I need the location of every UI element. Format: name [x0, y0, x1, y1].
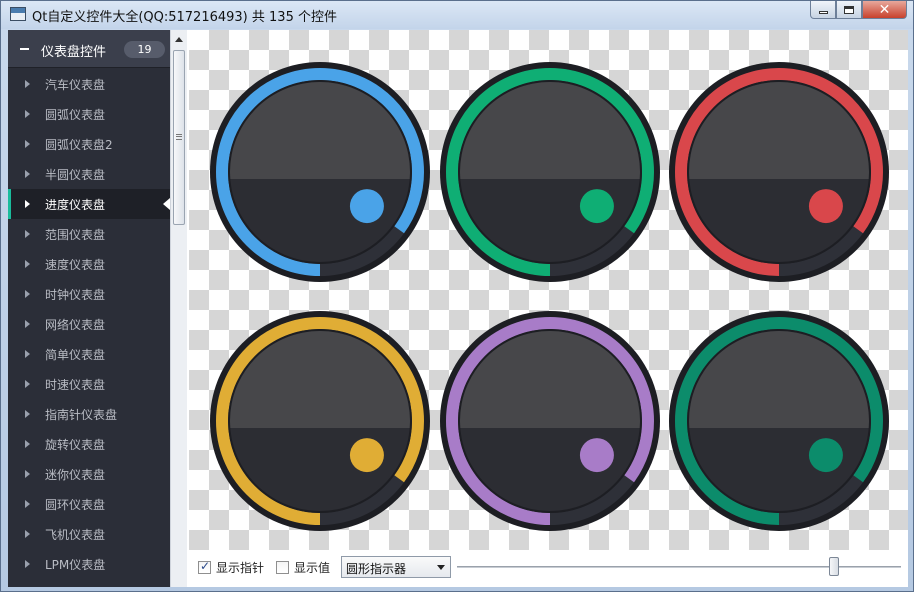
- sidebar-item[interactable]: 圆弧仪表盘: [8, 99, 170, 129]
- sidebar-item[interactable]: 旋转仪表盘: [8, 429, 170, 459]
- minimize-button[interactable]: [810, 1, 836, 19]
- sidebar-item-label: 飞机仪表盘: [45, 528, 106, 542]
- sidebar-item[interactable]: 范围仪表盘: [8, 219, 170, 249]
- sidebar-item-label: 范围仪表盘: [45, 228, 106, 242]
- chevron-down-icon: [437, 565, 445, 570]
- maximize-button[interactable]: [836, 1, 862, 19]
- chevron-right-icon: [25, 320, 30, 328]
- chevron-right-icon: [25, 110, 30, 118]
- sidebar-item[interactable]: LPM仪表盘: [8, 549, 170, 579]
- progress-gauge: [438, 309, 662, 533]
- client-area: 仪表盘控件 19 汽车仪表盘圆弧仪表盘圆弧仪表盘2 半圆仪表盘进度仪表盘范围仪表盘…: [8, 30, 908, 587]
- chevron-right-icon: [25, 80, 30, 88]
- chevron-right-icon: [25, 230, 30, 238]
- sidebar-item[interactable]: 网络仪表盘: [8, 309, 170, 339]
- sidebar-item-label: LPM仪表盘: [45, 558, 106, 572]
- show-value-label[interactable]: 显示值: [294, 559, 330, 576]
- sidebar-item-label: 旋转仪表盘: [45, 438, 106, 452]
- sidebar-item[interactable]: 简单仪表盘: [8, 339, 170, 369]
- sidebar-item[interactable]: 汽车仪表盘: [8, 69, 170, 99]
- sidebar-item[interactable]: 飞机仪表盘: [8, 519, 170, 549]
- sidebar-item-label: 汽车仪表盘: [45, 78, 106, 92]
- sidebar-item[interactable]: 圆弧仪表盘2: [8, 129, 170, 159]
- progress-gauge: [208, 309, 432, 533]
- chevron-right-icon: [25, 170, 30, 178]
- scrollbar-thumb[interactable]: [173, 50, 185, 225]
- gauge-indicator-dot: [349, 438, 384, 473]
- title-bar[interactable]: Qt自定义控件大全(QQ:517216493) 共 135 个控件 ✕: [1, 1, 913, 29]
- sidebar-group-label: 仪表盘控件: [41, 45, 107, 60]
- show-value-checkbox[interactable]: [276, 561, 289, 574]
- sidebar-item[interactable]: 迷你仪表盘: [8, 459, 170, 489]
- chevron-right-icon: [25, 380, 30, 388]
- active-caret-icon: [163, 198, 170, 210]
- grip-icon: [176, 134, 182, 140]
- sidebar-group-header[interactable]: 仪表盘控件 19: [8, 30, 170, 68]
- sidebar-item-label: 时钟仪表盘: [45, 288, 106, 302]
- indicator-style-value: 圆形指示器: [346, 562, 407, 576]
- main-content: ✓ 显示指针 显示值 圆形指示器: [189, 30, 908, 587]
- gauge-indicator-dot: [808, 438, 843, 473]
- sidebar-item-label: 半圆仪表盘: [45, 168, 106, 182]
- progress-gauge: [667, 60, 891, 284]
- chevron-right-icon: [25, 290, 30, 298]
- chevron-right-icon: [25, 200, 30, 208]
- sidebar-item[interactable]: 时钟仪表盘: [8, 279, 170, 309]
- chevron-right-icon: [25, 500, 30, 508]
- show-pointer-checkbox[interactable]: ✓: [198, 559, 211, 574]
- chevron-right-icon: [25, 350, 30, 358]
- sidebar-item-label: 时速仪表盘: [45, 378, 106, 392]
- scroll-up-arrow-icon[interactable]: [175, 37, 183, 42]
- show-pointer-label[interactable]: 显示指针: [216, 559, 264, 576]
- sidebar-item-label: 圆弧仪表盘2: [45, 138, 113, 152]
- chevron-right-icon: [25, 560, 30, 568]
- sidebar-item[interactable]: 进度仪表盘: [8, 189, 170, 219]
- chevron-right-icon: [25, 470, 30, 478]
- gauge-indicator-dot: [579, 438, 614, 473]
- sidebar-item[interactable]: 指南针仪表盘: [8, 399, 170, 429]
- sidebar-nav-list: 汽车仪表盘圆弧仪表盘圆弧仪表盘2 半圆仪表盘进度仪表盘范围仪表盘速度仪表盘时钟仪表…: [8, 69, 170, 579]
- bottom-toolbar: ✓ 显示指针 显示值 圆形指示器: [189, 550, 908, 587]
- chevron-right-icon: [25, 140, 30, 148]
- close-button[interactable]: ✕: [862, 1, 907, 19]
- progress-gauge: [667, 309, 891, 533]
- sidebar-item-label: 进度仪表盘: [45, 198, 106, 212]
- sidebar-item[interactable]: 半圆仪表盘: [8, 159, 170, 189]
- indicator-style-select[interactable]: 圆形指示器: [341, 556, 451, 578]
- app-icon: [10, 7, 26, 21]
- window-controls: ✕: [810, 1, 907, 19]
- chevron-right-icon: [25, 440, 30, 448]
- sidebar-item-label: 速度仪表盘: [45, 258, 106, 272]
- chevron-right-icon: [25, 260, 30, 268]
- window-title: Qt自定义控件大全(QQ:517216493) 共 135 个控件: [32, 10, 337, 25]
- chevron-right-icon: [25, 530, 30, 538]
- sidebar-scrollbar[interactable]: [170, 30, 187, 587]
- sidebar: 仪表盘控件 19 汽车仪表盘圆弧仪表盘圆弧仪表盘2 半圆仪表盘进度仪表盘范围仪表盘…: [8, 30, 170, 587]
- sidebar-item[interactable]: 圆环仪表盘: [8, 489, 170, 519]
- sidebar-item[interactable]: 时速仪表盘: [8, 369, 170, 399]
- sidebar-item-label: 简单仪表盘: [45, 348, 106, 362]
- close-icon: ✕: [878, 1, 891, 18]
- maximize-icon: [844, 5, 854, 14]
- value-slider-handle[interactable]: [829, 557, 840, 576]
- checkmark-icon: ✓: [200, 559, 211, 573]
- sidebar-item-label: 圆弧仪表盘: [45, 108, 106, 122]
- sidebar-group-count-badge: 19: [124, 41, 165, 58]
- chevron-right-icon: [25, 410, 30, 418]
- sidebar-item-label: 网络仪表盘: [45, 318, 106, 332]
- gauge-indicator-dot: [579, 189, 614, 224]
- sidebar-item-label: 圆环仪表盘: [45, 498, 106, 512]
- progress-gauge: [438, 60, 662, 284]
- minimize-icon: [818, 11, 828, 14]
- app-window: Qt自定义控件大全(QQ:517216493) 共 135 个控件 ✕ 仪表盘控…: [0, 0, 914, 592]
- sidebar-item[interactable]: 速度仪表盘: [8, 249, 170, 279]
- progress-gauge: [208, 60, 432, 284]
- gauge-canvas: [189, 30, 908, 550]
- collapse-minus-icon: [20, 48, 29, 50]
- gauge-indicator-dot: [349, 189, 384, 224]
- sidebar-item-label: 指南针仪表盘: [45, 408, 118, 422]
- gauge-indicator-dot: [808, 189, 843, 224]
- sidebar-item-label: 迷你仪表盘: [45, 468, 106, 482]
